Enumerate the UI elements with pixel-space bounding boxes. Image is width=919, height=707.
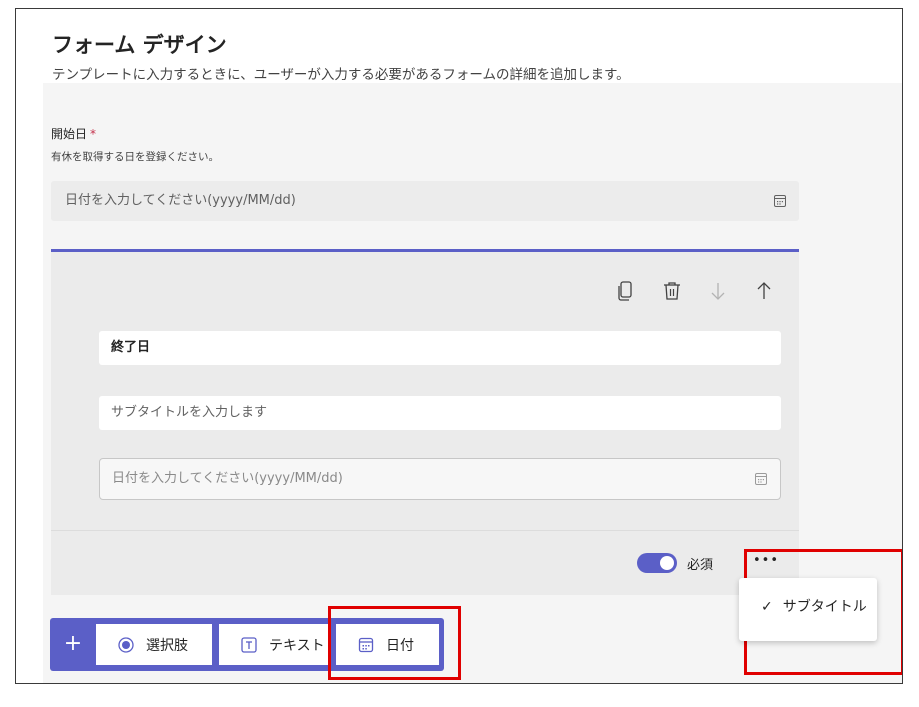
end-date-edit-card: 終了日 サブタイトルを入力します 日付を入力してください(yyyy/MM/dd)…: [51, 249, 799, 595]
add-choice-button[interactable]: 選択肢: [96, 624, 212, 665]
radio-icon: [118, 636, 134, 653]
add-question-toolbar: + 選択肢 テキスト 日付: [50, 618, 444, 671]
add-date-label: 日付: [386, 637, 414, 654]
required-label: 必須: [687, 558, 714, 573]
more-options-button[interactable]: •••: [751, 552, 781, 574]
check-icon: ✓: [761, 599, 773, 615]
required-toggle[interactable]: [637, 553, 677, 573]
card-toolbar: [615, 280, 775, 302]
calendar-icon[interactable]: [754, 472, 768, 486]
question-title-input[interactable]: 終了日: [99, 331, 781, 365]
add-button[interactable]: +: [50, 618, 96, 671]
card-divider: [51, 530, 799, 531]
add-text-label: テキスト: [269, 637, 325, 654]
add-text-button[interactable]: テキスト: [219, 624, 329, 665]
more-options-menu: ✓ サブタイトル: [739, 578, 877, 641]
start-date-placeholder: 日付を入力してください(yyyy/MM/dd): [65, 193, 296, 208]
menu-item-subtitle[interactable]: ✓ サブタイトル: [761, 596, 867, 616]
add-date-button[interactable]: 日付: [336, 624, 439, 665]
move-up-icon[interactable]: [753, 280, 775, 302]
menu-item-subtitle-label: サブタイトル: [782, 599, 867, 615]
move-down-icon[interactable]: [707, 280, 729, 302]
toggle-knob: [660, 556, 674, 570]
end-date-preview-input[interactable]: 日付を入力してください(yyyy/MM/dd): [99, 458, 781, 500]
start-date-label: 開始日 *: [51, 125, 96, 142]
calendar-icon[interactable]: [773, 194, 787, 208]
delete-icon[interactable]: [661, 280, 683, 302]
subtitle-input[interactable]: サブタイトルを入力します: [99, 396, 781, 430]
start-date-label-text: 開始日: [51, 127, 88, 141]
end-date-placeholder: 日付を入力してください(yyyy/MM/dd): [112, 471, 343, 486]
required-asterisk: *: [90, 127, 97, 141]
text-box-icon: [241, 636, 257, 653]
start-date-description: 有休を取得する日を登録ください。: [51, 151, 219, 163]
add-choice-label: 選択肢: [146, 637, 188, 654]
page-title: フォーム デザイン: [52, 33, 227, 57]
page-subtitle: テンプレートに入力するときに、ユーザーが入力する必要があるフォームの詳細を追加し…: [52, 67, 630, 83]
calendar-icon: [358, 637, 374, 653]
copy-icon[interactable]: [615, 280, 637, 302]
start-date-input[interactable]: 日付を入力してください(yyyy/MM/dd): [51, 181, 799, 221]
